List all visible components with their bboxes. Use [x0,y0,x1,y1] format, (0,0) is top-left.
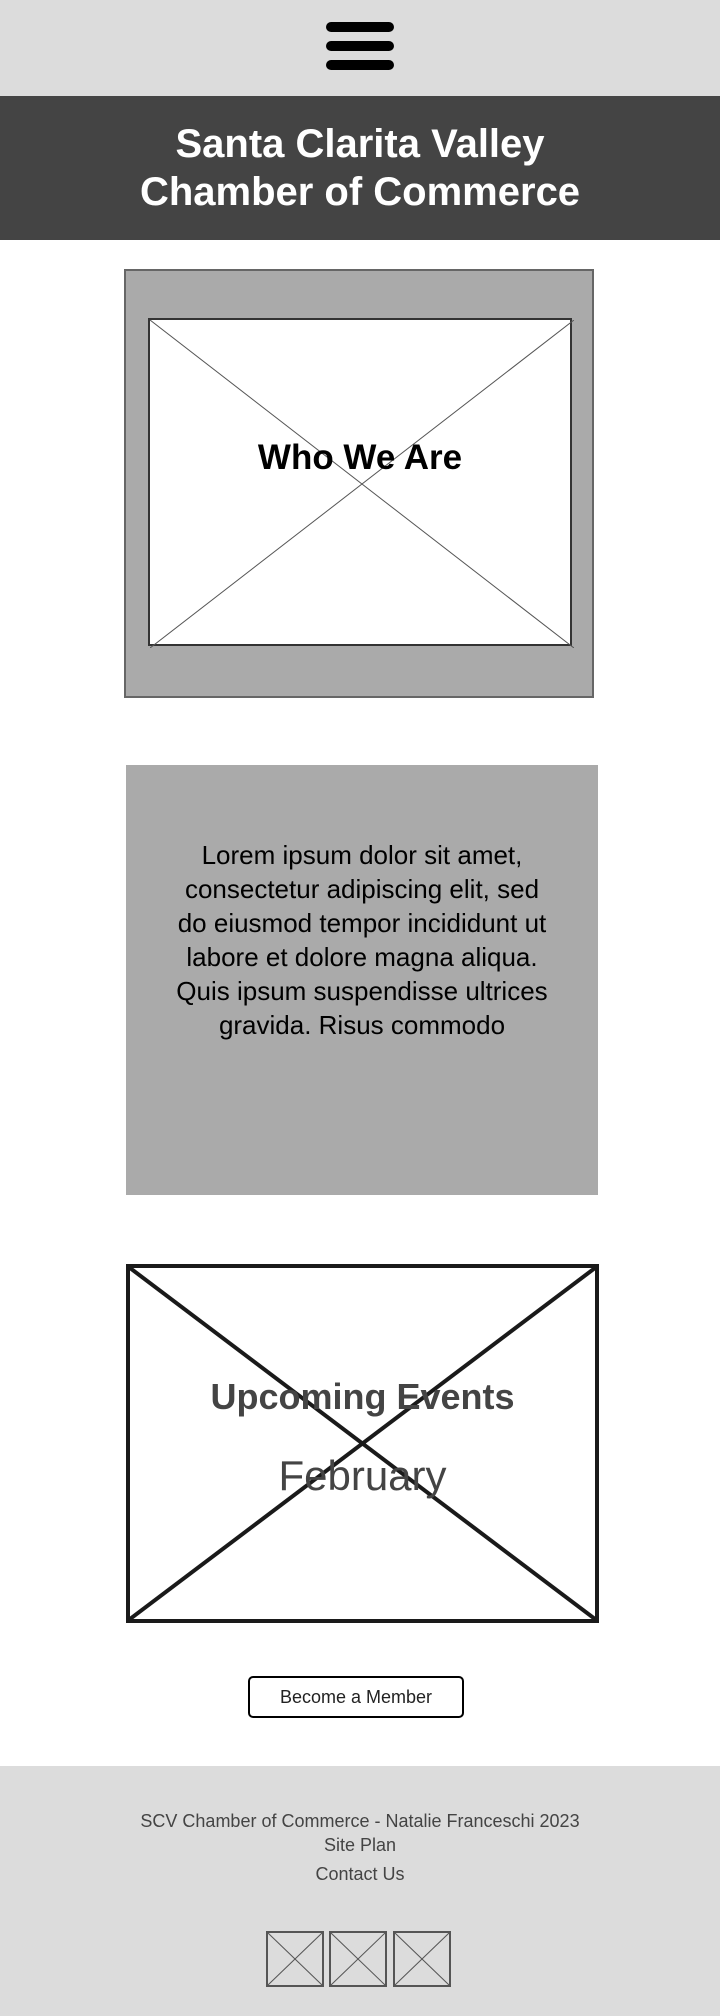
intro-text: Lorem ipsum dolor sit amet, consectetur … [176,840,548,1040]
social-icon-placeholder-cross [268,1933,322,1985]
site-title-line-2: Chamber of Commerce [139,170,581,214]
social-icon-placeholder[interactable] [329,1931,387,1987]
upcoming-events-card[interactable] [126,1264,599,1623]
menu-bar [326,22,394,32]
site-plan-link[interactable]: Site Plan [0,1835,720,1856]
image-placeholder-icon [150,320,574,648]
hamburger-menu-icon[interactable] [324,20,396,74]
footer-copyright: SCV Chamber of Commerce - Natalie France… [140,1811,580,1831]
social-icon-placeholder[interactable] [266,1931,324,1987]
become-member-button[interactable]: Become a Member [248,1676,464,1718]
menu-bar [326,41,394,51]
contact-us-link[interactable]: Contact Us [0,1864,720,1885]
site-title-line-1: Santa Clarita Valley [175,122,545,166]
social-icon-placeholder-cross [395,1933,449,1985]
menu-bar [326,60,394,70]
image-placeholder-icon [130,1268,595,1619]
who-we-are-title: Who We Are [257,438,463,477]
upcoming-events-title: Upcoming Events [210,1376,515,1417]
event-month: February [278,1452,447,1499]
social-icon-placeholder[interactable] [393,1931,451,1987]
social-icon-placeholder-cross [331,1933,385,1985]
who-we-are-image [148,318,574,648]
site-header: Santa Clarita Valley Chamber of Commerce [0,96,720,240]
